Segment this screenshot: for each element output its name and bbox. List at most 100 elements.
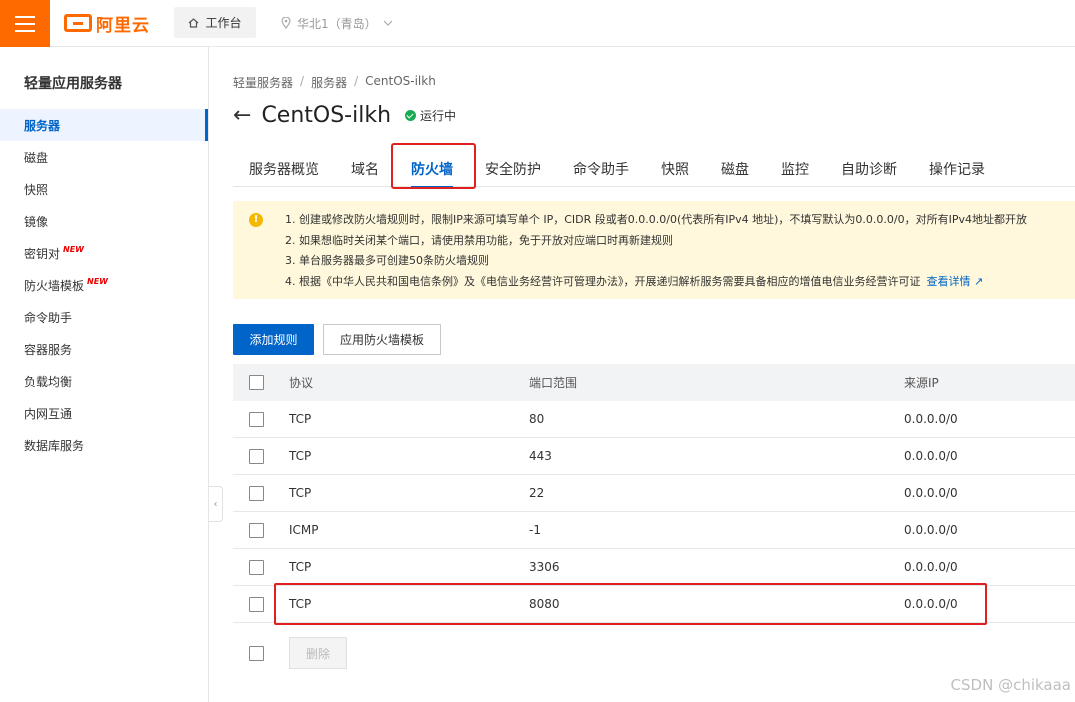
tab-overview[interactable]: 服务器概览 bbox=[233, 150, 335, 187]
table-row: TCP 443 0.0.0.0/0 bbox=[233, 438, 1075, 475]
bulk-select-cell bbox=[233, 645, 289, 661]
row-checkbox[interactable] bbox=[249, 411, 264, 427]
notice-line: 1. 创建或修改防火墙规则时，限制IP来源可填写单个 IP，CIDR 段或者0.… bbox=[285, 213, 1028, 226]
sidebar-item-load-balancer[interactable]: 负载均衡 bbox=[0, 365, 208, 397]
tab-self-diagnosis[interactable]: 自助诊断 bbox=[825, 150, 913, 187]
breadcrumb-separator: / bbox=[300, 74, 305, 88]
sidebar-nav: 服务器 磁盘 快照 镜像 密钥对 NEW 防火墙模板 NEW 命令助手 容器服务 负… bbox=[0, 109, 208, 461]
cell-source-ip: 0.0.0.0/0 bbox=[904, 523, 958, 537]
apply-firewall-template-button[interactable]: 应用防火墙模板 bbox=[323, 324, 441, 355]
check-circle-icon bbox=[405, 110, 417, 121]
notice-line: 3. 单台服务器最多可创建50条防火墙规则 bbox=[285, 254, 489, 267]
row-select-cell bbox=[233, 522, 289, 538]
sidebar-item-label: 数据库服务 bbox=[24, 438, 85, 453]
menu-icon-line bbox=[15, 22, 35, 25]
notice-line-text: 4. 根据《中华人民共和国电信条例》及《电信业务经营许可管理办法》，开展递归解析… bbox=[285, 274, 921, 288]
tab-operation-log[interactable]: 操作记录 bbox=[913, 150, 1001, 187]
sidebar-item-server[interactable]: 服务器 bbox=[0, 109, 208, 141]
sidebar-item-label: 负载均衡 bbox=[24, 374, 73, 389]
status-label: 运行中 bbox=[420, 109, 457, 123]
tab-domain[interactable]: 域名 bbox=[335, 150, 395, 187]
table-row: TCP 3306 0.0.0.0/0 bbox=[233, 549, 1075, 586]
tab-monitor[interactable]: 监控 bbox=[765, 150, 825, 187]
page-title: CentOS-ilkh bbox=[261, 103, 392, 128]
notice-line-with-link: 4. 根据《中华人民共和国电信条例》及《电信业务经营许可管理办法》，开展递归解析… bbox=[285, 272, 1075, 293]
sidebar-item-label: 防火墙模板 bbox=[24, 278, 85, 293]
workbench-button[interactable]: 工作台 bbox=[174, 7, 256, 38]
aliyun-logo-icon bbox=[64, 14, 92, 32]
sidebar-item-image[interactable]: 镜像 bbox=[0, 205, 208, 237]
cell-port: 22 bbox=[529, 486, 545, 500]
status-badge: 运行中 bbox=[405, 107, 456, 124]
row-checkbox[interactable] bbox=[249, 559, 264, 575]
firewall-notice: ! 1. 创建或修改防火墙规则时，限制IP来源可填写单个 IP，CIDR 段或者… bbox=[233, 201, 1075, 299]
workbench-label: 工作台 bbox=[205, 16, 242, 30]
table-row: ICMP -1 0.0.0.0/0 bbox=[233, 512, 1075, 549]
column-header-protocol: 协议 bbox=[289, 376, 314, 390]
logo-text: 阿里云 bbox=[96, 15, 150, 36]
sidebar-item-keypair[interactable]: 密钥对 NEW bbox=[0, 237, 208, 269]
sidebar-item-intranet[interactable]: 内网互通 bbox=[0, 397, 208, 429]
cell-port: 443 bbox=[529, 449, 552, 463]
cell-port: 3306 bbox=[529, 560, 560, 574]
cell-protocol: TCP bbox=[289, 412, 312, 426]
notice-line: 2. 如果想临时关闭某个端口，请使用禁用功能，免于开放对应端口时再新建规则 bbox=[285, 233, 673, 247]
cell-protocol: TCP bbox=[289, 486, 312, 500]
tab-command-assistant[interactable]: 命令助手 bbox=[557, 150, 645, 187]
row-checkbox[interactable] bbox=[249, 596, 264, 612]
row-checkbox[interactable] bbox=[249, 522, 264, 538]
aliyun-logo[interactable]: 阿里云 bbox=[64, 12, 150, 36]
new-badge: NEW bbox=[87, 276, 108, 286]
breadcrumb-item: CentOS-ilkh bbox=[365, 74, 436, 88]
table-header: 协议 端口范围 来源IP bbox=[233, 364, 1075, 401]
select-all-cell bbox=[233, 375, 289, 390]
sidebar-item-firewall-template[interactable]: 防火墙模板 NEW bbox=[0, 269, 208, 301]
sidebar-item-database[interactable]: 数据库服务 bbox=[0, 429, 208, 461]
select-all-checkbox[interactable] bbox=[249, 375, 264, 390]
sidebar-item-label: 镜像 bbox=[24, 214, 49, 229]
sidebar-item-label: 密钥对 bbox=[24, 246, 61, 261]
row-select-cell bbox=[233, 485, 289, 501]
chevron-down-icon bbox=[383, 20, 393, 26]
sidebar-item-label: 容器服务 bbox=[24, 342, 73, 357]
cell-source-ip: 0.0.0.0/0 bbox=[904, 560, 958, 574]
bulk-select-checkbox[interactable] bbox=[249, 645, 264, 661]
tab-snapshot[interactable]: 快照 bbox=[645, 150, 705, 187]
row-checkbox[interactable] bbox=[249, 485, 264, 501]
tab-disk[interactable]: 磁盘 bbox=[705, 150, 765, 187]
chevron-left-icon: ‹ bbox=[213, 498, 218, 510]
table-row: TCP 80 0.0.0.0/0 bbox=[233, 401, 1075, 438]
cell-port: 80 bbox=[529, 412, 545, 426]
sidebar-item-snapshot[interactable]: 快照 bbox=[0, 173, 208, 205]
hamburger-menu-button[interactable] bbox=[0, 0, 50, 47]
add-rule-button[interactable]: 添加规则 bbox=[233, 324, 314, 355]
sidebar: 轻量应用服务器 服务器 磁盘 快照 镜像 密钥对 NEW 防火墙模板 NEW 命令助… bbox=[0, 47, 209, 702]
sidebar-item-label: 命令助手 bbox=[24, 310, 73, 325]
view-details-link[interactable]: 查看详情 ↗ bbox=[927, 275, 984, 288]
breadcrumb-item[interactable]: 轻量服务器 bbox=[233, 74, 293, 91]
region-selector[interactable]: 华北1（青岛） bbox=[281, 13, 393, 33]
menu-icon-line bbox=[15, 29, 35, 32]
sidebar-item-container[interactable]: 容器服务 bbox=[0, 333, 208, 365]
top-bar: 阿里云 工作台 华北1（青岛） bbox=[0, 0, 1075, 47]
sidebar-item-label: 服务器 bbox=[24, 118, 61, 133]
cell-protocol: TCP bbox=[289, 449, 312, 463]
cell-source-ip: 0.0.0.0/0 bbox=[904, 449, 958, 463]
cell-protocol: TCP bbox=[289, 560, 312, 574]
sidebar-item-disk[interactable]: 磁盘 bbox=[0, 141, 208, 173]
sidebar-item-label: 内网互通 bbox=[24, 406, 73, 421]
menu-icon-line bbox=[15, 15, 35, 18]
cell-source-ip: 0.0.0.0/0 bbox=[904, 486, 958, 500]
breadcrumb-item[interactable]: 服务器 bbox=[311, 74, 347, 91]
row-select-cell bbox=[233, 411, 289, 427]
cell-port: -1 bbox=[529, 523, 541, 537]
tab-bar: 服务器概览 域名 防火墙 安全防护 命令助手 快照 磁盘 监控 自助诊断 操作记… bbox=[233, 150, 1075, 188]
delete-button[interactable]: 删除 bbox=[289, 637, 347, 669]
sidebar-item-label: 快照 bbox=[24, 182, 49, 197]
warning-icon: ! bbox=[249, 213, 263, 227]
sidebar-collapse-button[interactable]: ‹ bbox=[209, 486, 223, 522]
sidebar-item-command-assistant[interactable]: 命令助手 bbox=[0, 301, 208, 333]
row-checkbox[interactable] bbox=[249, 448, 264, 464]
tab-security[interactable]: 安全防护 bbox=[469, 150, 557, 187]
back-arrow-icon[interactable]: ← bbox=[233, 104, 251, 127]
